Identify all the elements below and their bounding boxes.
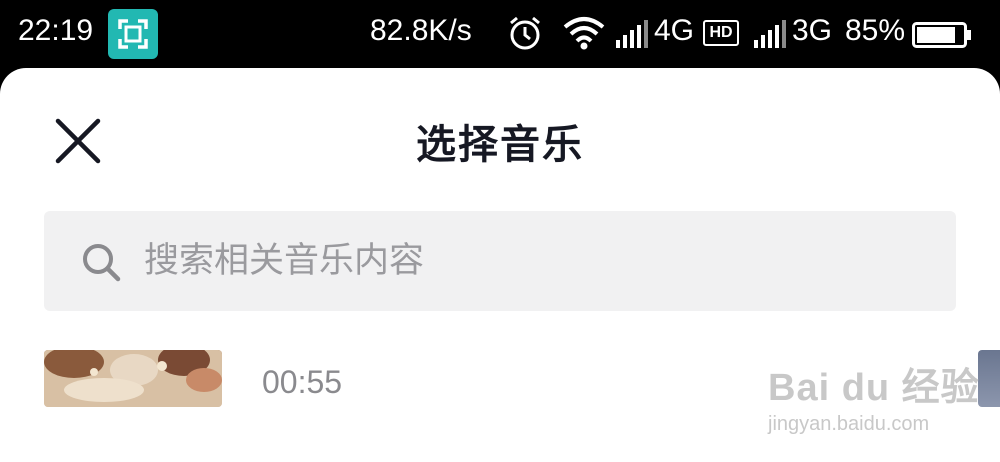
hd-badge: HD	[703, 20, 739, 46]
search-input[interactable]	[144, 211, 924, 311]
status-time: 22:19	[18, 14, 94, 47]
battery-percent: 85%	[845, 14, 906, 47]
signal-icon	[752, 18, 790, 50]
status-bar: 22:19 82.8K/s 4G HD 3G 85%	[0, 0, 1000, 68]
watermark-line2: jingyan.baidu.com	[768, 413, 930, 435]
search-bar[interactable]	[44, 211, 956, 311]
baidu-watermark: Bai du 经验 jingyan.baidu.com	[768, 356, 980, 436]
wifi-icon	[562, 16, 606, 50]
screenshot-icon	[108, 9, 158, 59]
alarm-icon	[506, 14, 544, 52]
music-cover-thumbnail	[44, 350, 222, 407]
page-title: 选择音乐	[416, 122, 584, 168]
next-item-edge	[978, 350, 1000, 407]
network-speed: 82.8K/s	[370, 14, 472, 47]
search-icon	[80, 241, 122, 283]
signal-icon	[614, 18, 652, 50]
music-picker-sheet: 选择音乐 00:55 Bai du 经验	[0, 68, 1000, 462]
battery-icon	[912, 22, 972, 48]
track-duration: 00:55	[262, 364, 343, 400]
network-type-1: 4G	[654, 14, 695, 47]
watermark-line1: Bai du 经验	[768, 367, 980, 409]
network-type-2: 3G	[792, 14, 833, 47]
